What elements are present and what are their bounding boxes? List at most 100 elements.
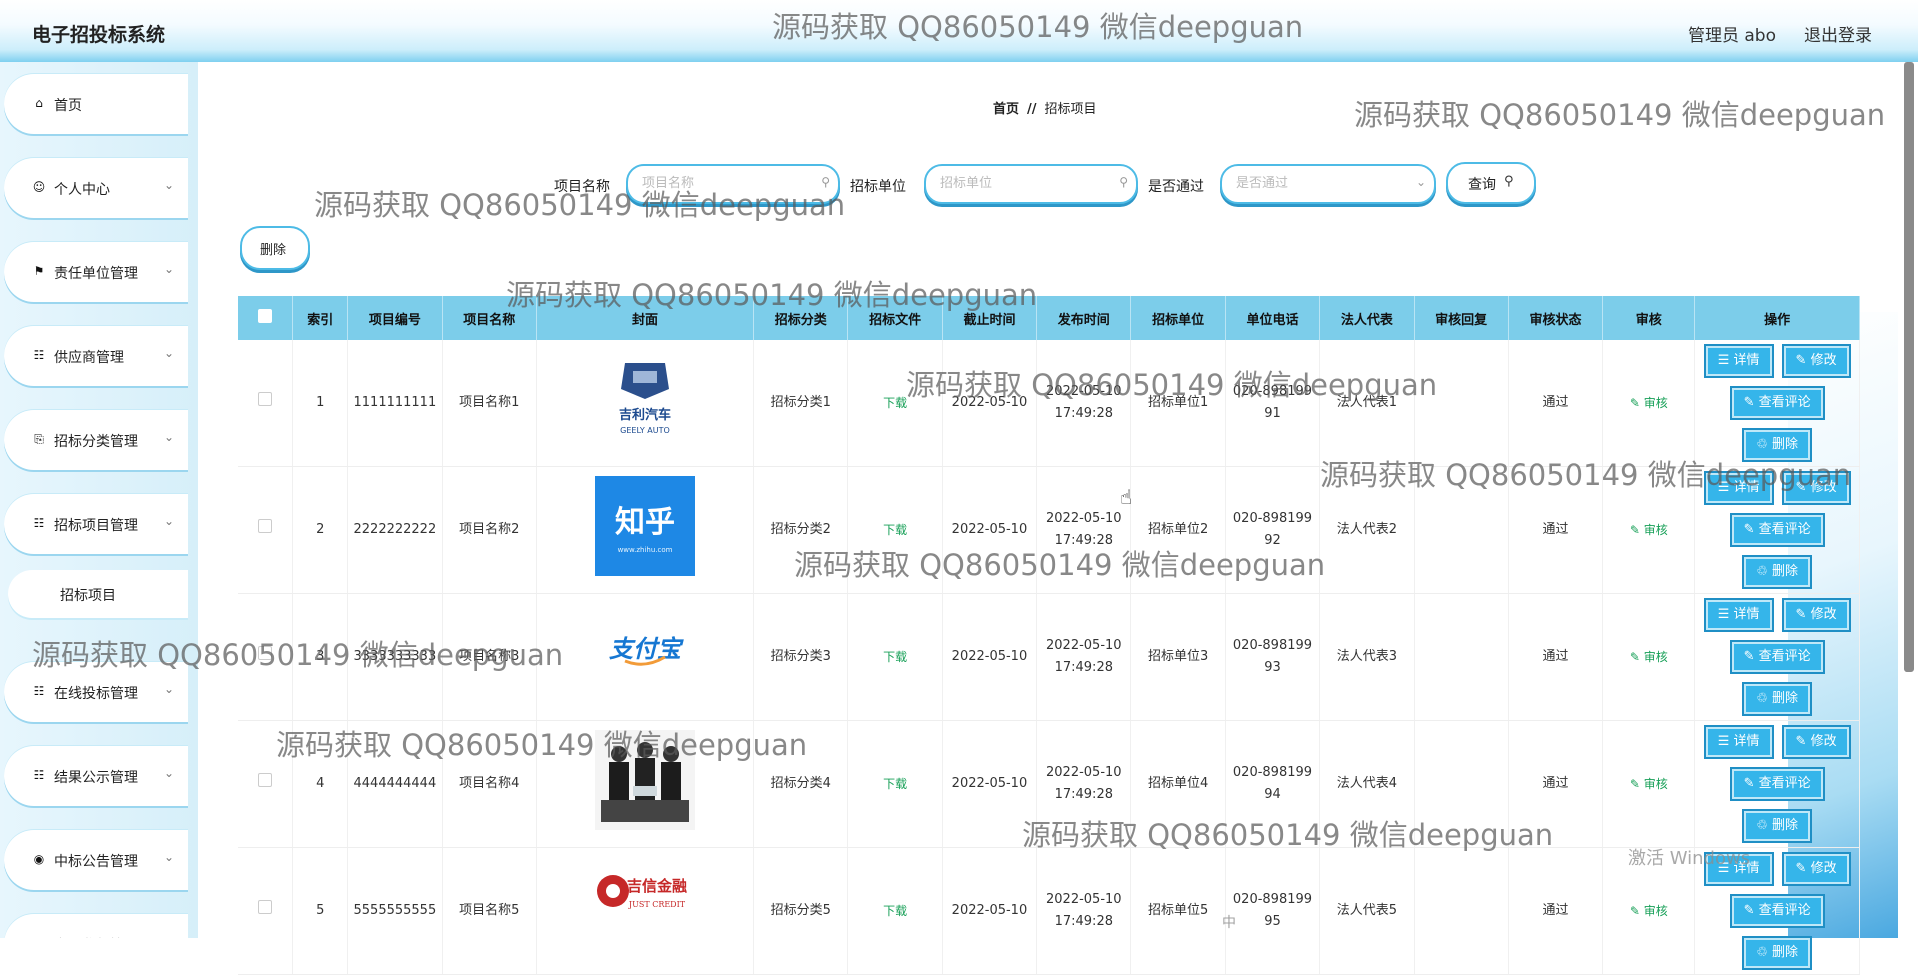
- table-row[interactable]: 4 4444444444 项目名称4 招标分类4 下载 2022-05-10 2022-05…: [238, 720, 1860, 848]
- edit-icon: ✎: [1795, 861, 1811, 876]
- table-row[interactable]: 2 2222222222 项目名称2 知乎 www.zhihu.com 招标分类2 下载 20…: [238, 466, 1860, 594]
- delete-button[interactable]: ♲ 删除: [1742, 428, 1813, 462]
- cell-legal: 法人代表3: [1319, 593, 1415, 721]
- column-header: 招标文件: [847, 296, 943, 340]
- action-row: ☰ 详情 ✎ 修改: [1699, 594, 1855, 636]
- sidebar-item[interactable]: ☷ 供应商管理 ⌄: [4, 326, 188, 386]
- activate-windows-notice: 激活 Windows: [1628, 848, 1751, 869]
- ime-indicator[interactable]: 中: [1222, 912, 1236, 932]
- sidebar-subitem-project[interactable]: 招标项目: [8, 570, 188, 618]
- sidebar-item[interactable]: ☷ 在线投标管理 ⌄: [4, 662, 188, 722]
- unit-field[interactable]: ⚲: [924, 164, 1138, 204]
- row-select-cell[interactable]: [238, 847, 294, 975]
- edit-button[interactable]: ✎ 修改: [1781, 344, 1851, 378]
- cell-publish: 2022-05-10 17:49:28: [1036, 340, 1132, 467]
- detail-button[interactable]: ☰ 详情: [1703, 725, 1774, 759]
- sidebar-item[interactable]: ☷市场监督管理⌄: [4, 914, 188, 938]
- download-link[interactable]: 下载: [883, 904, 907, 918]
- cell-name: 项目名称1: [442, 340, 537, 467]
- search-icon: ⚲: [821, 175, 830, 189]
- passed-label: 是否通过: [1148, 179, 1204, 195]
- chevron-down-icon: ⌄: [163, 178, 174, 192]
- sidebar-item[interactable]: ⎘ 招标分类管理 ⌄: [4, 410, 188, 470]
- row-select-cell[interactable]: [238, 720, 294, 848]
- detail-button[interactable]: ☰ 详情: [1703, 471, 1774, 505]
- row-select-cell[interactable]: [238, 340, 294, 467]
- table-row[interactable]: 5 5555555555 项目名称5 吉信金融 JUST CREDIT 招标分类5 下载 20…: [238, 847, 1860, 975]
- view-comments-button[interactable]: ✎ 查看评论: [1729, 640, 1825, 674]
- row-checkbox[interactable]: [258, 519, 273, 533]
- svg-text:支付宝: 支付宝: [609, 635, 684, 663]
- batch-delete-button[interactable]: 删除: [240, 226, 310, 270]
- cell-unit: 招标单位2: [1130, 466, 1226, 594]
- cell-category: 招标分类1: [753, 340, 849, 467]
- sidebar-item[interactable]: ☷ 招标项目管理 ⌄: [4, 494, 188, 554]
- delete-button-label: 删除: [1772, 564, 1799, 579]
- sidebar-item[interactable]: ⚑ 责任单位管理 ⌄: [4, 242, 188, 302]
- file-cell: 下载: [847, 593, 943, 721]
- row-checkbox[interactable]: [258, 773, 273, 787]
- download-link[interactable]: 下载: [883, 650, 907, 664]
- edit-button[interactable]: ✎ 修改: [1781, 598, 1851, 632]
- edit-icon: ✎: [1743, 903, 1759, 918]
- passed-select[interactable]: ⌄: [1220, 164, 1436, 204]
- view-comments-button[interactable]: ✎ 查看评论: [1729, 894, 1825, 928]
- logout-link[interactable]: 退出登录: [1804, 21, 1872, 46]
- project-name-input[interactable]: [640, 166, 794, 200]
- vertical-scrollbar[interactable]: [1904, 62, 1914, 672]
- cell-reply: [1414, 720, 1509, 848]
- svg-text:吉信金融: 吉信金融: [627, 877, 687, 895]
- delete-button[interactable]: ♲ 删除: [1742, 682, 1813, 716]
- row-select-cell[interactable]: [238, 593, 294, 721]
- table-row[interactable]: 3 3333333333 项目名称3 支付宝 招标分类3 下载 2022-05-10 2022…: [238, 593, 1860, 721]
- edit-button[interactable]: ✎ 修改: [1781, 725, 1851, 759]
- audit-link[interactable]: ✎ 审核: [1630, 904, 1668, 918]
- row-select-cell[interactable]: [238, 466, 294, 594]
- delete-button[interactable]: ♲ 删除: [1742, 936, 1813, 970]
- edit-button[interactable]: ✎ 修改: [1781, 852, 1851, 886]
- sidebar-item[interactable]: ☺ 个人中心 ⌄: [4, 158, 188, 218]
- sidebar: ⌂ 首页 ☺ 个人中心 ⌄ ⚑ 责任单位管理 ⌄ ☷ 供应商管理 ⌄ ⎘ 招标分类管理 ⌄ ☷ 招标项目管理 ⌄…: [0, 62, 198, 938]
- sidebar-item-label: 招标分类管理: [54, 434, 138, 450]
- view-comments-button[interactable]: ✎ 查看评论: [1729, 767, 1825, 801]
- table-row[interactable]: 1 1111111111 项目名称1 吉利汽车 GEELY AUTO 招标分类1 下载 202…: [238, 340, 1860, 467]
- row-checkbox[interactable]: [258, 900, 273, 914]
- breadcrumb-separator: //: [1027, 102, 1037, 117]
- edit-icon: ✎: [1795, 607, 1811, 622]
- detail-button[interactable]: ☰ 详情: [1703, 344, 1774, 378]
- audit-link[interactable]: ✎ 审核: [1630, 777, 1668, 791]
- project-name-field[interactable]: ⚲: [626, 164, 840, 204]
- breadcrumb-home[interactable]: 首页: [993, 102, 1019, 117]
- download-link[interactable]: 下载: [883, 777, 907, 791]
- passed-select-input[interactable]: [1234, 166, 1388, 200]
- audit-link[interactable]: ✎ 审核: [1630, 650, 1668, 664]
- download-link[interactable]: 下载: [883, 523, 907, 537]
- cover-cell: 吉信金融 JUST CREDIT: [536, 847, 755, 975]
- view-comments-button[interactable]: ✎ 查看评论: [1729, 513, 1825, 547]
- audit-link-label: 审核: [1643, 776, 1668, 791]
- sidebar-item[interactable]: ◉ 中标公告管理 ⌄: [4, 830, 188, 890]
- actions-cell: ☰ 详情 ✎ 修改 ✎ 查看评论 ♲ 删除: [1694, 340, 1860, 467]
- cell-publish: 2022-05-10 17:49:28: [1036, 466, 1132, 594]
- row-checkbox[interactable]: [258, 392, 273, 406]
- edit-button[interactable]: ✎ 修改: [1781, 471, 1851, 505]
- trash-icon: ♲: [1756, 691, 1773, 706]
- unit-input[interactable]: [938, 166, 1092, 200]
- delete-button[interactable]: ♲ 删除: [1742, 555, 1813, 589]
- query-button[interactable]: 查询 ⚲: [1446, 162, 1536, 204]
- project-table: 索引 项目编号 项目名称 封面 招标分类 招标文件 截止时间 发布时间 招标单位 单位电话 法人代表…: [238, 296, 1860, 975]
- sidebar-item[interactable]: ☷ 结果公示管理 ⌄: [4, 746, 188, 806]
- audit-link[interactable]: ✎ 审核: [1630, 396, 1668, 410]
- audit-link[interactable]: ✎ 审核: [1630, 523, 1668, 537]
- cell-code: 1111111111: [347, 340, 443, 467]
- download-link[interactable]: 下载: [883, 396, 907, 410]
- select-all-cell[interactable]: [238, 296, 294, 340]
- delete-button[interactable]: ♲ 删除: [1742, 809, 1813, 843]
- row-checkbox[interactable]: [258, 646, 273, 660]
- select-all-checkbox[interactable]: [258, 309, 273, 323]
- detail-button[interactable]: ☰ 详情: [1703, 598, 1774, 632]
- sidebar-item[interactable]: ⌂ 首页: [4, 74, 188, 134]
- view-comments-button[interactable]: ✎ 查看评论: [1729, 386, 1825, 420]
- cell-phone: 020-89819993: [1225, 593, 1321, 721]
- edit-icon: ✎: [1795, 353, 1811, 368]
